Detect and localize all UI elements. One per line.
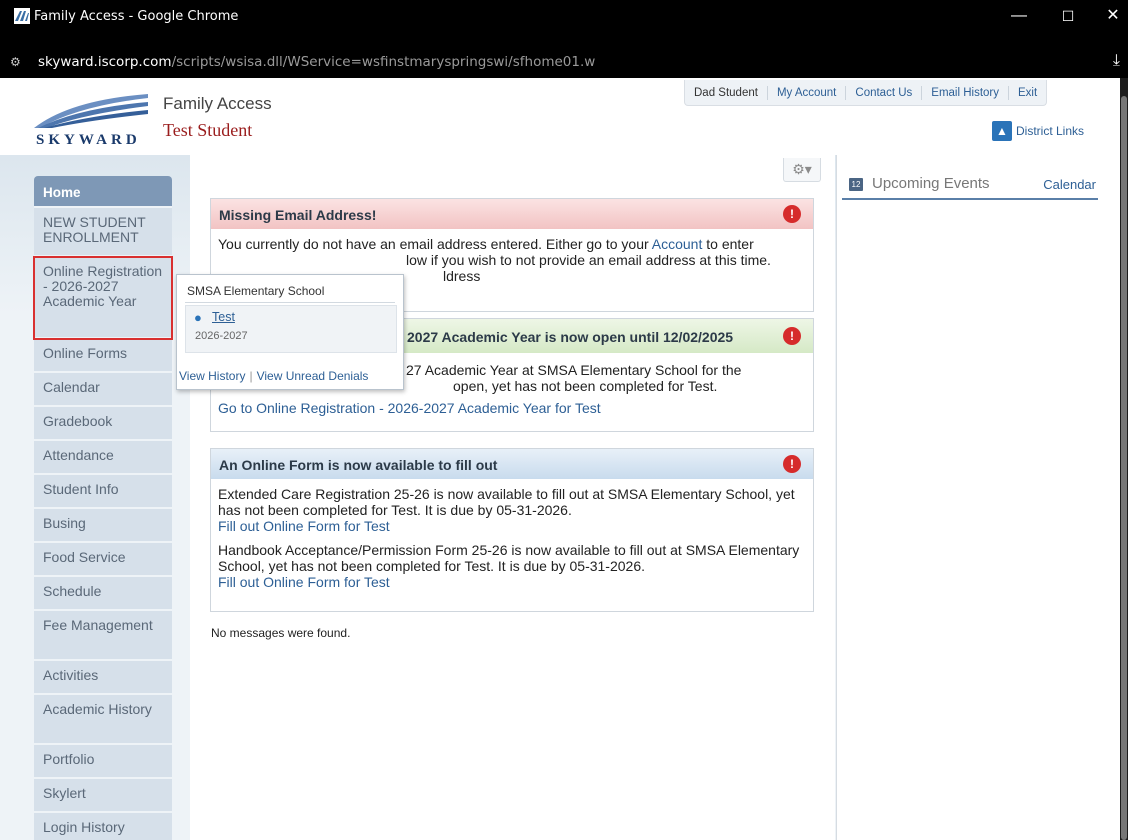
page-header: SKYWARD Family Access Test Student Dad S… [0, 78, 1120, 155]
sidebar-item-portfolio[interactable]: Portfolio [34, 745, 172, 779]
online-form-header: An Online Form is now available to fill … [211, 449, 813, 479]
page-scrollbar[interactable] [1120, 78, 1128, 840]
window-title: Family Access - Google Chrome [34, 9, 239, 24]
skyward-logo: SKYWARD [30, 88, 150, 148]
topnav-email-history[interactable]: Email History [921, 85, 1008, 100]
url-text[interactable]: skyward.iscorp.com/scripts/wsisa.dll/WSe… [38, 54, 595, 70]
form-item-extended-care: Extended Care Registration 25-26 is now … [218, 486, 795, 518]
topnav-my-account[interactable]: My Account [766, 85, 845, 100]
sidebar-item-schedule[interactable]: Schedule [34, 577, 172, 611]
sidebar-item-food-service[interactable]: Food Service [34, 543, 172, 577]
link-separator: | [249, 369, 253, 383]
upcoming-events-header: 12 Upcoming Events Calendar [842, 174, 1098, 200]
sidebar-item-home[interactable]: Home [34, 176, 172, 208]
topnav-user[interactable]: Dad Student [685, 86, 767, 100]
sidebar-item-calendar[interactable]: Calendar [34, 373, 172, 407]
sidebar-item-busing[interactable]: Busing [34, 509, 172, 543]
missing-email-header: Missing Email Address! ! [211, 199, 813, 229]
minimize-icon[interactable]: — [1006, 5, 1032, 27]
sidebar-item-activities[interactable]: Activities [34, 661, 172, 695]
site-info-icon[interactable]: ⚙ [10, 55, 28, 71]
sidebar-item-online-forms[interactable]: Online Forms [34, 339, 172, 373]
alert-icon: ! [783, 455, 801, 473]
popup-student-link[interactable]: Test [212, 310, 235, 324]
popup-student-year: 2026-2027 [195, 330, 248, 342]
sidebar-nav: Home NEW STUDENT ENROLLMENT Online Regis… [33, 176, 173, 840]
top-navigation: Dad Student My Account Contact Us Email … [684, 80, 1048, 106]
calendar-link[interactable]: Calendar [1043, 177, 1096, 192]
school-building-icon: ▲ [992, 121, 1012, 141]
right-column [836, 155, 1120, 840]
browser-titlebar: Family Access - Google Chrome — ☐ ✕ [0, 0, 1128, 48]
alert-icon: ! [783, 327, 801, 345]
view-history-link[interactable]: View History [179, 369, 245, 383]
view-unread-denials-link[interactable]: View Unread Denials [257, 369, 369, 383]
person-icon: ● [194, 310, 202, 325]
app-title: Family Access [163, 94, 272, 113]
fill-out-form-link-2[interactable]: Fill out Online Form for Test [218, 574, 390, 590]
scrollbar-thumb[interactable] [1121, 96, 1127, 840]
sidebar-item-attendance[interactable]: Attendance [34, 441, 172, 475]
district-links[interactable]: ▲ District Links [992, 121, 1084, 141]
address-bar[interactable]: ⚙ skyward.iscorp.com/scripts/wsisa.dll/W… [0, 48, 1128, 78]
popup-links: View History | View Unread Denials [179, 369, 368, 383]
popup-student-card[interactable]: ● Test 2026-2027 [185, 305, 397, 353]
skyward-favicon-icon [14, 8, 30, 24]
popup-school-name: SMSA Elementary School [185, 281, 395, 303]
registration-popup: SMSA Elementary School ● Test 2026-2027 … [176, 274, 404, 390]
student-name[interactable]: Test Student [163, 120, 252, 141]
account-link[interactable]: Account [652, 236, 703, 252]
logo-wordmark: SKYWARD [36, 132, 141, 148]
sidebar-item-new-student-enrollment[interactable]: NEW STUDENT ENROLLMENT [34, 208, 172, 257]
fill-out-form-link-1[interactable]: Fill out Online Form for Test [218, 518, 390, 534]
form-item-handbook: Handbook Acceptance/Permission Form 25-2… [218, 542, 800, 574]
sidebar-item-login-history[interactable]: Login History [34, 813, 172, 840]
alert-icon: ! [783, 205, 801, 223]
settings-gear-icon[interactable]: ⚙▾ [783, 158, 821, 182]
sidebar-item-gradebook[interactable]: Gradebook [34, 407, 172, 441]
online-form-message: An Online Form is now available to fill … [210, 448, 814, 612]
close-icon[interactable]: ✕ [1100, 5, 1126, 27]
download-icon[interactable]: ⤓ [1113, 52, 1120, 70]
topnav-contact-us[interactable]: Contact Us [845, 85, 921, 100]
topnav-exit[interactable]: Exit [1008, 85, 1046, 100]
sidebar-item-skylert[interactable]: Skylert [34, 779, 172, 813]
online-form-body: Extended Care Registration 25-26 is now … [211, 479, 813, 598]
skyward-logo-icon [34, 94, 148, 128]
no-messages-text: No messages were found. [211, 626, 351, 640]
sidebar-item-online-registration[interactable]: Online Registration - 2026-2027 Academic… [33, 256, 173, 340]
sidebar-item-academic-history[interactable]: Academic History [34, 695, 172, 745]
online-registration-link[interactable]: Go to Online Registration - 2026-2027 Ac… [218, 400, 601, 416]
calendar-icon: 12 [849, 178, 863, 191]
maximize-icon[interactable]: ☐ [1055, 5, 1081, 27]
sidebar-item-fee-management[interactable]: Fee Management [34, 611, 172, 661]
sidebar-item-student-info[interactable]: Student Info [34, 475, 172, 509]
